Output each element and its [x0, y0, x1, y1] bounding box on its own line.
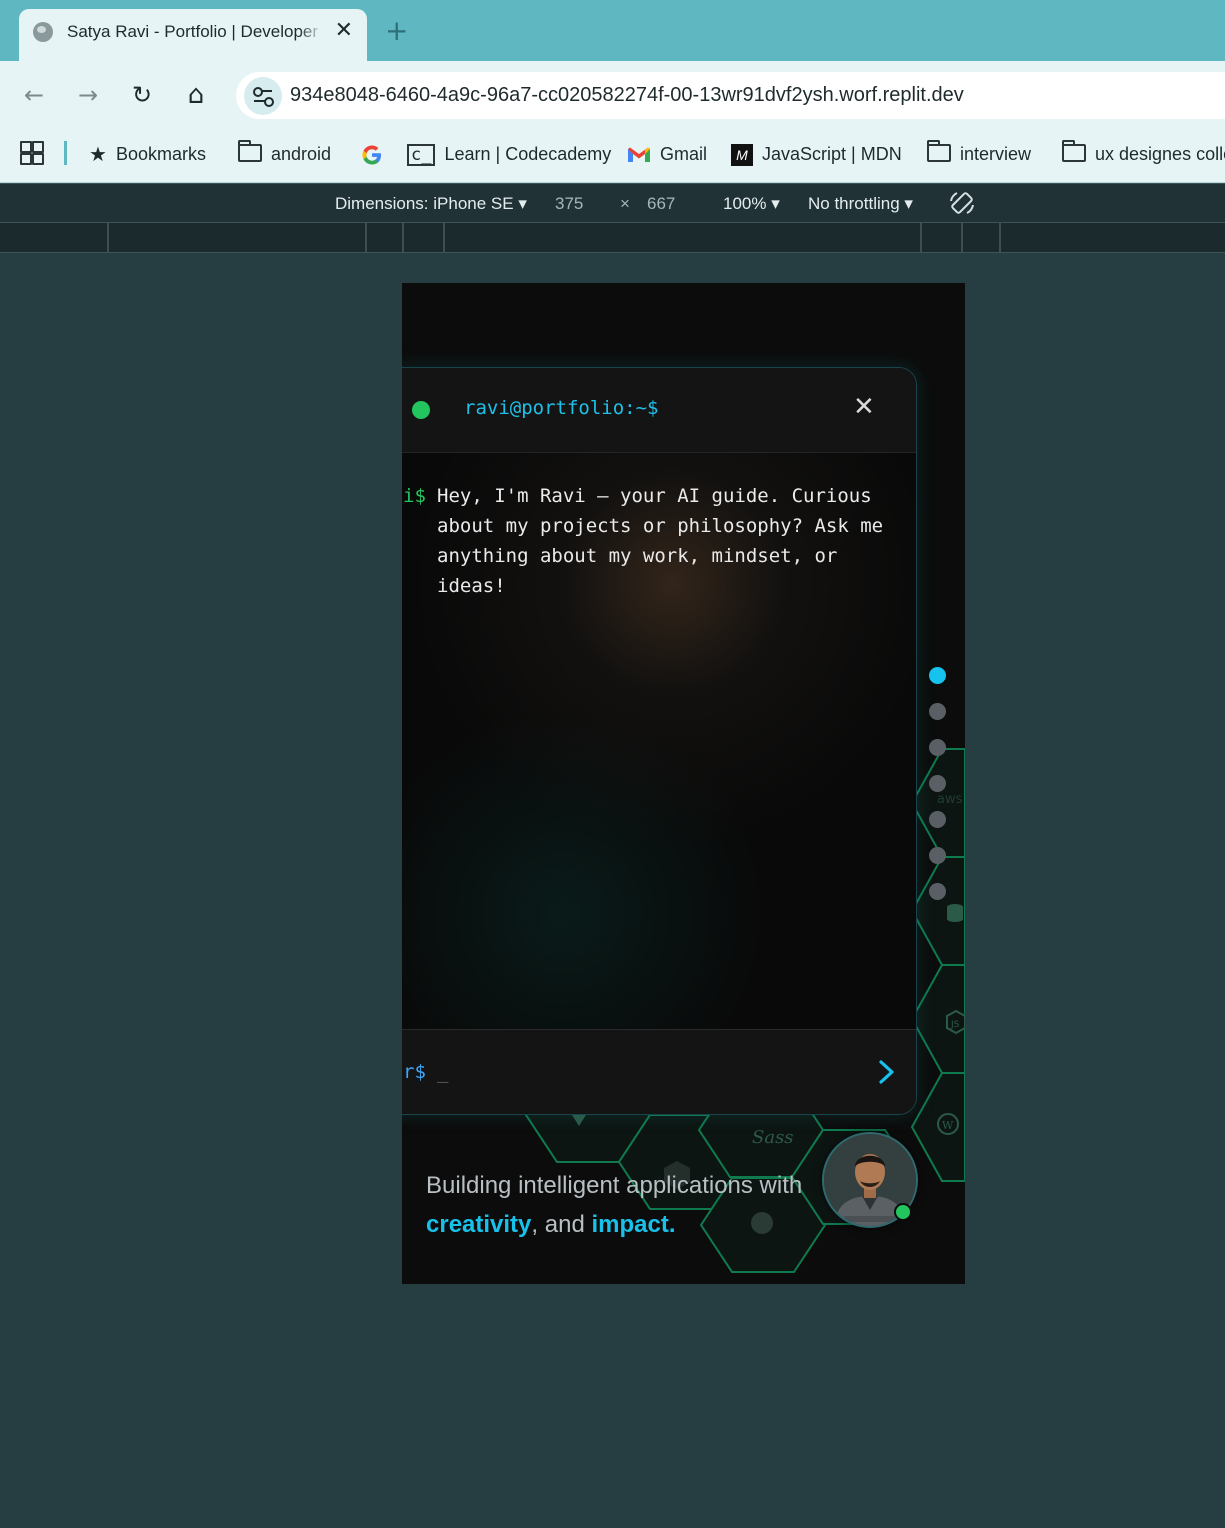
zoom-select[interactable]: 100% ▾: [723, 194, 780, 214]
folder-icon: [238, 140, 262, 163]
device-viewport: aws JS W Sass ravi@portfolio:~$ ✕ i$ Hey…: [402, 283, 965, 1284]
gmail-icon: [628, 147, 650, 163]
tab-strip: Satya Ravi - Portfolio | Developer ✕ +: [0, 0, 1225, 61]
folder-icon: [1062, 140, 1086, 163]
globe-icon: [33, 22, 53, 42]
bookmark-ux-designes[interactable]: ux designes colle: [1062, 139, 1225, 169]
browser-toolbar: ← → ↻ ⌂ 934e8048-6460-4a9c-96a7-cc020582…: [0, 61, 1225, 129]
sass-icon: Sass: [752, 1127, 794, 1148]
section-dot-1[interactable]: [929, 667, 946, 684]
bookmark-mdn[interactable]: M JavaScript | MDN: [731, 139, 902, 169]
bookmarks-bar: ★ Bookmarks android c_ Learn | Codecademy …: [0, 129, 1225, 183]
dimension-times: ×: [620, 194, 630, 213]
device-toolbar: Dimensions: iPhone SE ▾ 375 × 667 100% ▾…: [0, 183, 1225, 223]
back-button[interactable]: ←: [18, 79, 50, 111]
section-dot-5[interactable]: [929, 811, 946, 828]
svg-text:W: W: [942, 1119, 954, 1132]
mdn-icon: M: [731, 144, 753, 167]
highlight-creativity: creativity: [426, 1211, 532, 1238]
highlight-impact: impact: [591, 1211, 669, 1238]
bookmark-gmail[interactable]: Gmail: [627, 139, 707, 169]
terminal-close-button[interactable]: ✕: [853, 392, 875, 422]
terminal-header: ravi@portfolio:~$ ✕: [402, 368, 916, 453]
star-icon: ★: [89, 144, 107, 167]
section-dot-6[interactable]: [929, 847, 946, 864]
url-text[interactable]: 934e8048-6460-4a9c-96a7-cc020582274f-00-…: [290, 84, 964, 107]
google-icon: [362, 145, 381, 165]
bookmark-android[interactable]: android: [238, 139, 331, 169]
input-prompt: r$: [403, 1061, 426, 1083]
section-dot-7[interactable]: [929, 883, 946, 900]
bookmark-interview[interactable]: interview: [927, 139, 1031, 169]
tab-title: Satya Ravi - Portfolio | Developer: [67, 22, 319, 41]
section-dot-4[interactable]: [929, 775, 946, 792]
reload-button[interactable]: ↻: [126, 79, 158, 111]
tab-close-button[interactable]: ✕: [335, 18, 353, 43]
maximize-dot-icon[interactable]: [412, 401, 430, 419]
home-button[interactable]: ⌂: [180, 79, 212, 111]
terminal-chat-window: ravi@portfolio:~$ ✕ i$ Hey, I'm Ravi – y…: [402, 367, 917, 1115]
device-width-input[interactable]: 375: [555, 194, 583, 214]
throttling-select[interactable]: No throttling ▾: [808, 194, 913, 214]
svg-text:JS: JS: [950, 1020, 960, 1030]
send-chevron-icon[interactable]: [873, 1056, 901, 1088]
terminal-messages: i$ Hey, I'm Ravi – your AI guide. Curiou…: [402, 453, 916, 1029]
bookmark-codecademy[interactable]: c_ Learn | Codecademy: [407, 139, 611, 169]
section-dot-2[interactable]: [929, 703, 946, 720]
bookmark-bookmarks[interactable]: ★ Bookmarks: [89, 139, 206, 169]
assistant-message: Hey, I'm Ravi – your AI guide. Curious a…: [437, 485, 884, 597]
database-icon: [947, 904, 963, 922]
media-query-ruler: [0, 222, 1225, 253]
site-settings-icon[interactable]: [244, 77, 282, 115]
device-dimensions-select[interactable]: Dimensions: iPhone SE ▾: [335, 194, 527, 214]
new-tab-button[interactable]: +: [385, 14, 408, 47]
chat-input[interactable]: _: [437, 1061, 448, 1083]
terminal-input-row[interactable]: r$ _: [402, 1029, 916, 1114]
apps-grid-icon[interactable]: [20, 141, 44, 165]
terminal-title: ravi@portfolio:~$: [464, 397, 659, 419]
address-bar[interactable]: 934e8048-6460-4a9c-96a7-cc020582274f-00-…: [236, 72, 1225, 119]
browser-tab[interactable]: Satya Ravi - Portfolio | Developer ✕: [19, 9, 367, 61]
bookmark-google[interactable]: [360, 139, 393, 169]
hero-tagline: Building intelligent applications with c…: [426, 1172, 803, 1238]
folder-icon: [927, 140, 951, 163]
rotate-icon[interactable]: [948, 189, 976, 217]
device-height-input[interactable]: 667: [647, 194, 675, 214]
section-nav-dots: [928, 667, 948, 907]
codecademy-icon: c_: [407, 144, 436, 167]
section-dot-3[interactable]: [929, 739, 946, 756]
forward-button[interactable]: →: [72, 79, 104, 111]
message-prompt: i$: [403, 485, 426, 507]
online-status-indicator: [894, 1203, 912, 1221]
